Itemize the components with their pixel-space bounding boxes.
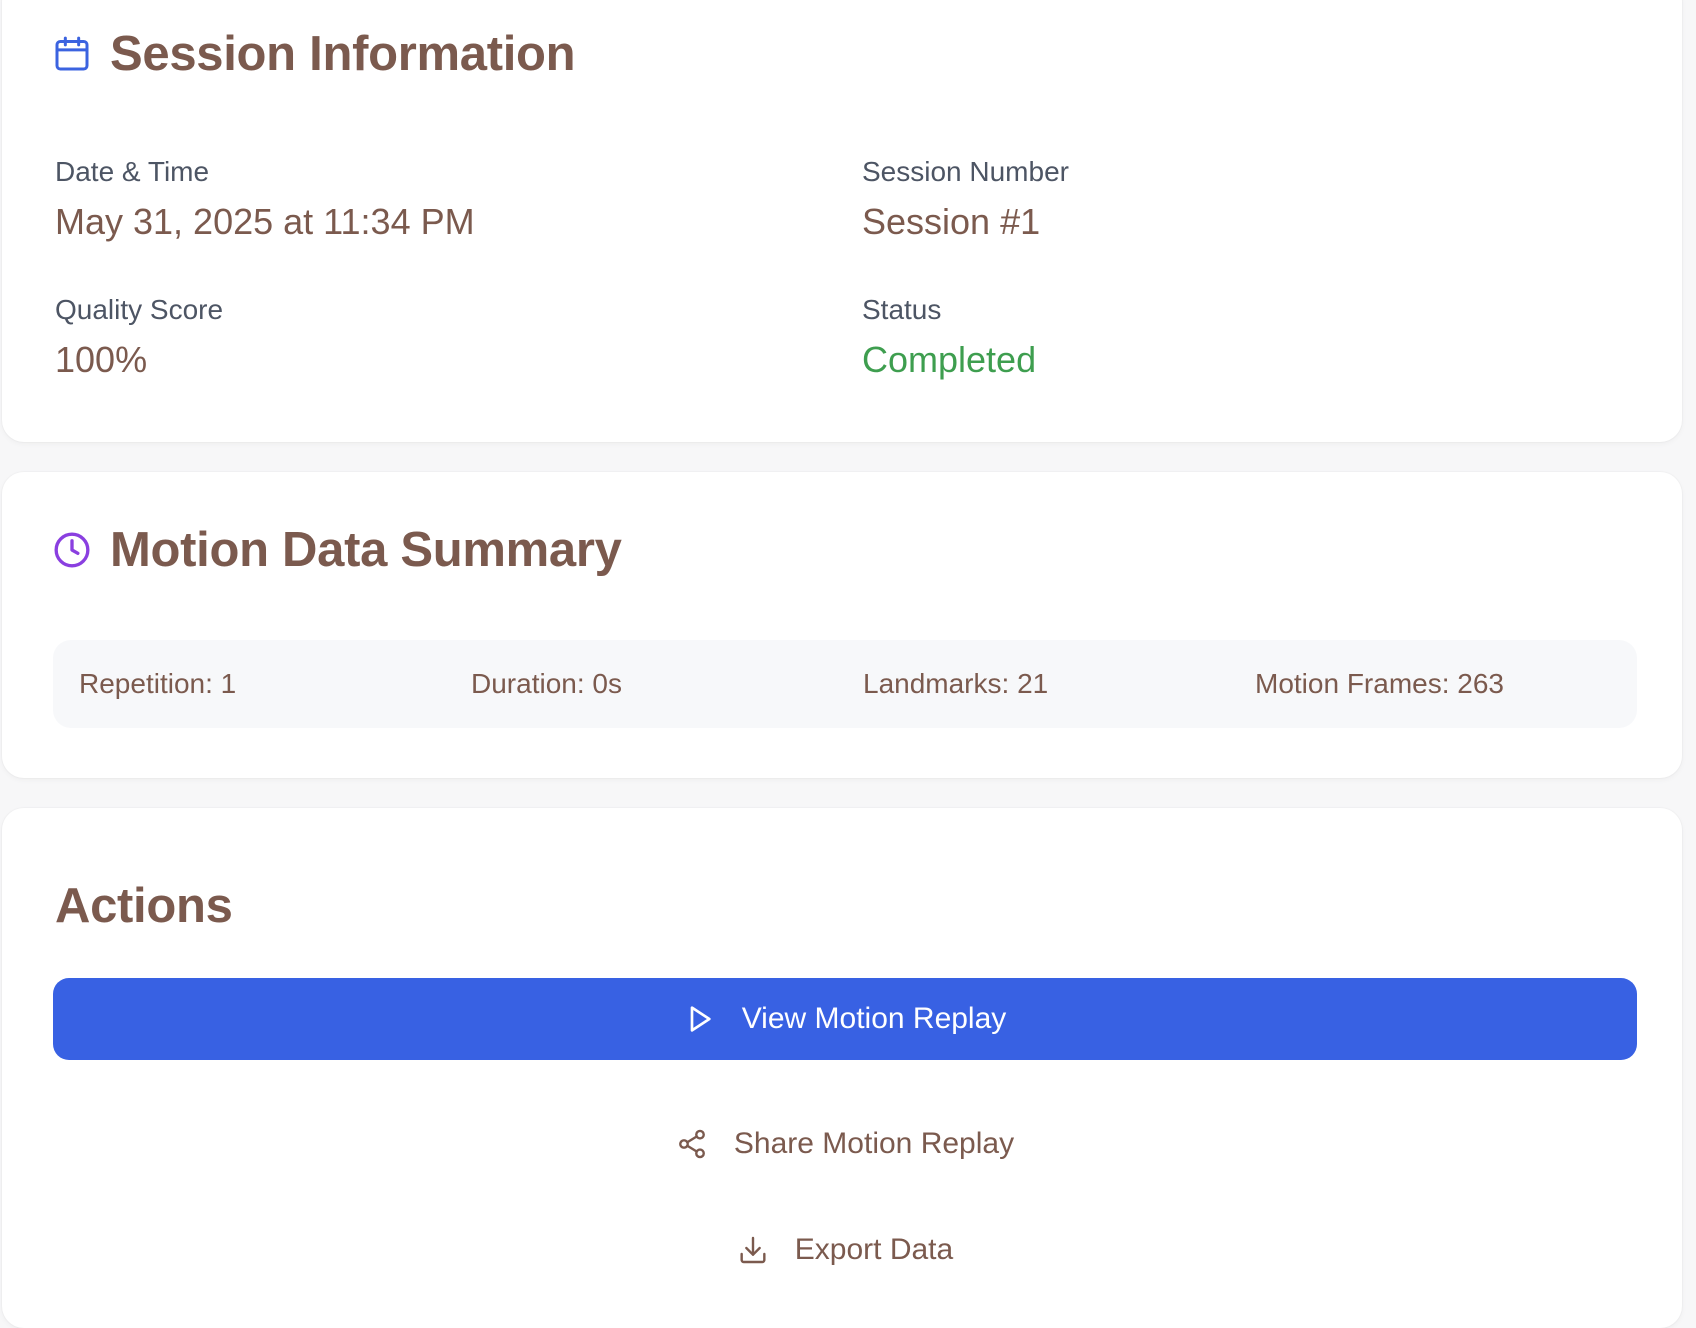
quality-score-value: 100% xyxy=(55,339,148,380)
download-icon xyxy=(737,1234,769,1266)
actions-heading: Actions xyxy=(55,879,233,933)
share-motion-replay-label: Share Motion Replay xyxy=(733,1127,1015,1160)
status-field: Status Completed xyxy=(862,296,1036,378)
session-information-heading: Session Information xyxy=(52,26,576,82)
date-time-label: Date & Time xyxy=(55,156,210,187)
export-data-label: Export Data xyxy=(794,1233,954,1266)
status-value: Completed xyxy=(862,339,1037,380)
calendar-icon xyxy=(52,34,92,74)
share-motion-replay-button[interactable]: Share Motion Replay xyxy=(53,1114,1637,1174)
quality-score-label: Quality Score xyxy=(55,294,224,325)
actions-card: Actions View Motion Replay Share Motion … xyxy=(2,808,1682,1328)
motion-frames-stat: Motion Frames: 263 xyxy=(1255,668,1504,699)
export-data-button[interactable]: Export Data xyxy=(53,1220,1637,1280)
motion-data-summary-heading: Motion Data Summary xyxy=(52,522,622,578)
duration-stat: Duration: 0s xyxy=(471,668,622,699)
clock-icon xyxy=(52,530,92,570)
view-motion-replay-label: View Motion Replay xyxy=(741,1002,1007,1035)
motion-data-summary-title: Motion Data Summary xyxy=(110,523,622,577)
status-label: Status xyxy=(862,294,942,325)
date-time-value: May 31, 2025 at 11:34 PM xyxy=(55,201,475,242)
session-detail-page: Session Information Date & Time May 31, … xyxy=(0,0,1696,1328)
session-information-card: Session Information Date & Time May 31, … xyxy=(2,0,1682,442)
motion-summary-bar: Repetition: 1 Duration: 0s Landmarks: 21… xyxy=(53,640,1637,728)
session-number-field: Session Number Session #1 xyxy=(862,158,1069,240)
landmarks-stat: Landmarks: 21 xyxy=(863,668,1049,699)
play-icon xyxy=(684,1003,716,1035)
repetition-stat: Repetition: 1 xyxy=(79,668,237,699)
share-icon xyxy=(676,1128,708,1160)
quality-score-field: Quality Score 100% xyxy=(55,296,223,378)
session-number-label: Session Number xyxy=(862,156,1069,187)
date-time-field: Date & Time May 31, 2025 at 11:34 PM xyxy=(55,158,475,240)
session-information-title: Session Information xyxy=(110,27,576,81)
motion-data-summary-card: Motion Data Summary Repetition: 1 Durati… xyxy=(2,472,1682,778)
view-motion-replay-button[interactable]: View Motion Replay xyxy=(53,978,1637,1060)
session-number-value: Session #1 xyxy=(862,201,1041,242)
